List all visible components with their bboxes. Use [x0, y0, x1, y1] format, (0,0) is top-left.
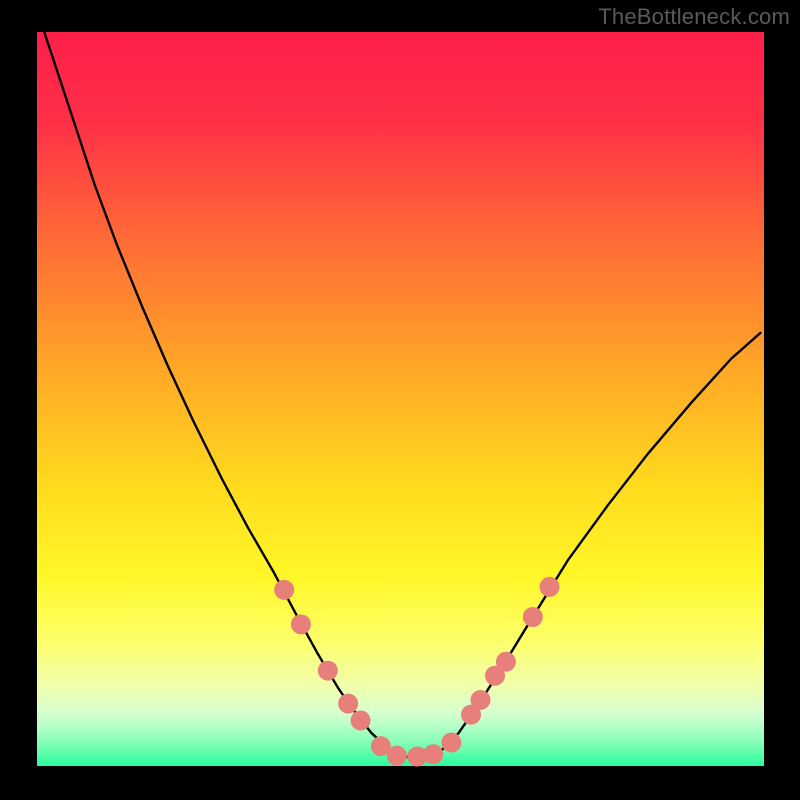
- curve-marker: [318, 661, 338, 681]
- curve-marker: [351, 710, 371, 730]
- curve-marker: [470, 690, 490, 710]
- curve-marker: [540, 577, 560, 597]
- curve-marker: [423, 744, 443, 764]
- bottleneck-chart: [0, 0, 800, 800]
- chart-container: TheBottleneck.com: [0, 0, 800, 800]
- curve-marker: [496, 652, 516, 672]
- curve-marker: [291, 614, 311, 634]
- curve-marker: [274, 580, 294, 600]
- curve-marker: [387, 746, 407, 766]
- curve-marker: [441, 733, 461, 753]
- chart-plot-area: [37, 32, 764, 766]
- watermark-text: TheBottleneck.com: [598, 4, 790, 30]
- curve-marker: [523, 607, 543, 627]
- curve-marker: [338, 694, 358, 714]
